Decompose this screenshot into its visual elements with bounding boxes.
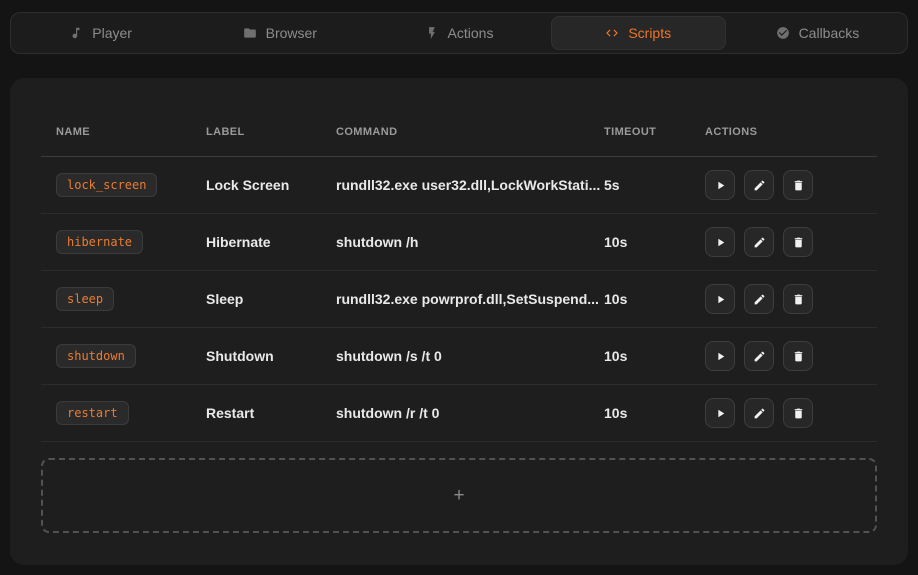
edit-script-button[interactable] [744,227,774,257]
edit-script-button[interactable] [744,284,774,314]
column-header-command: Command [336,126,604,138]
column-header-label: Label [206,126,336,138]
pencil-icon [753,350,766,363]
delete-script-button[interactable] [783,398,813,428]
play-icon [714,179,727,192]
script-name-badge: sleep [56,287,114,311]
table-row: shutdown Shutdown shutdown /s /t 0 10s [41,328,877,385]
script-timeout: 5s [604,177,705,193]
run-script-button[interactable] [705,227,735,257]
table-row: lock_screen Lock Screen rundll32.exe use… [41,157,877,214]
pencil-icon [753,236,766,249]
edit-script-button[interactable] [744,398,774,428]
delete-script-button[interactable] [783,284,813,314]
tab-label: Actions [448,25,494,41]
music-note-icon [69,26,83,40]
add-script-button[interactable]: + [41,458,877,533]
script-label: Hibernate [206,234,336,250]
run-script-button[interactable] [705,398,735,428]
table-row: sleep Sleep rundll32.exe powrprof.dll,Se… [41,271,877,328]
tab-label: Callbacks [799,25,860,41]
play-icon [714,407,727,420]
script-command: shutdown /r /t 0 [336,405,604,421]
tab-label: Browser [266,25,317,41]
delete-script-button[interactable] [783,341,813,371]
run-script-button[interactable] [705,341,735,371]
table-row: hibernate Hibernate shutdown /h 10s [41,214,877,271]
column-header-name: Name [41,126,206,138]
script-name-badge: restart [56,401,129,425]
trash-icon [792,236,805,249]
play-icon [714,293,727,306]
check-circle-icon [776,26,790,40]
tab-label: Player [92,25,132,41]
script-command: shutdown /s /t 0 [336,348,604,364]
folder-icon [243,26,257,40]
tab-actions[interactable]: Actions [371,16,546,50]
script-timeout: 10s [604,348,705,364]
script-timeout: 10s [604,405,705,421]
script-command: rundll32.exe user32.dll,LockWorkStati... [336,177,604,193]
play-icon [714,236,727,249]
play-icon [714,350,727,363]
pencil-icon [753,293,766,306]
tab-scripts[interactable]: Scripts [551,16,726,50]
app-window: Player Browser Actions Scripts Callbacks [0,0,918,575]
plus-icon: + [453,485,464,507]
column-header-actions: Actions [705,126,877,138]
trash-icon [792,293,805,306]
trash-icon [792,407,805,420]
edit-script-button[interactable] [744,170,774,200]
script-name-badge: shutdown [56,344,136,368]
script-command: shutdown /h [336,234,604,250]
table-header: Name Label Command Timeout Actions [41,108,877,157]
trash-icon [792,350,805,363]
delete-script-button[interactable] [783,170,813,200]
pencil-icon [753,179,766,192]
scripts-panel: Name Label Command Timeout Actions lock_… [10,78,908,565]
table-row: restart Restart shutdown /r /t 0 10s [41,385,877,442]
top-navigation: Player Browser Actions Scripts Callbacks [10,12,908,54]
lightning-icon [425,26,439,40]
script-label: Restart [206,405,336,421]
edit-script-button[interactable] [744,341,774,371]
run-script-button[interactable] [705,170,735,200]
code-icon [605,26,619,40]
delete-script-button[interactable] [783,227,813,257]
run-script-button[interactable] [705,284,735,314]
script-command: rundll32.exe powrprof.dll,SetSuspend... [336,291,604,307]
script-name-badge: hibernate [56,230,143,254]
tab-callbacks[interactable]: Callbacks [730,16,905,50]
script-label: Sleep [206,291,336,307]
column-header-timeout: Timeout [604,126,705,138]
script-label: Lock Screen [206,177,336,193]
trash-icon [792,179,805,192]
tab-player[interactable]: Player [13,16,188,50]
pencil-icon [753,407,766,420]
tab-browser[interactable]: Browser [192,16,367,50]
script-timeout: 10s [604,234,705,250]
tab-label: Scripts [628,25,671,41]
script-timeout: 10s [604,291,705,307]
script-label: Shutdown [206,348,336,364]
script-name-badge: lock_screen [56,173,157,197]
